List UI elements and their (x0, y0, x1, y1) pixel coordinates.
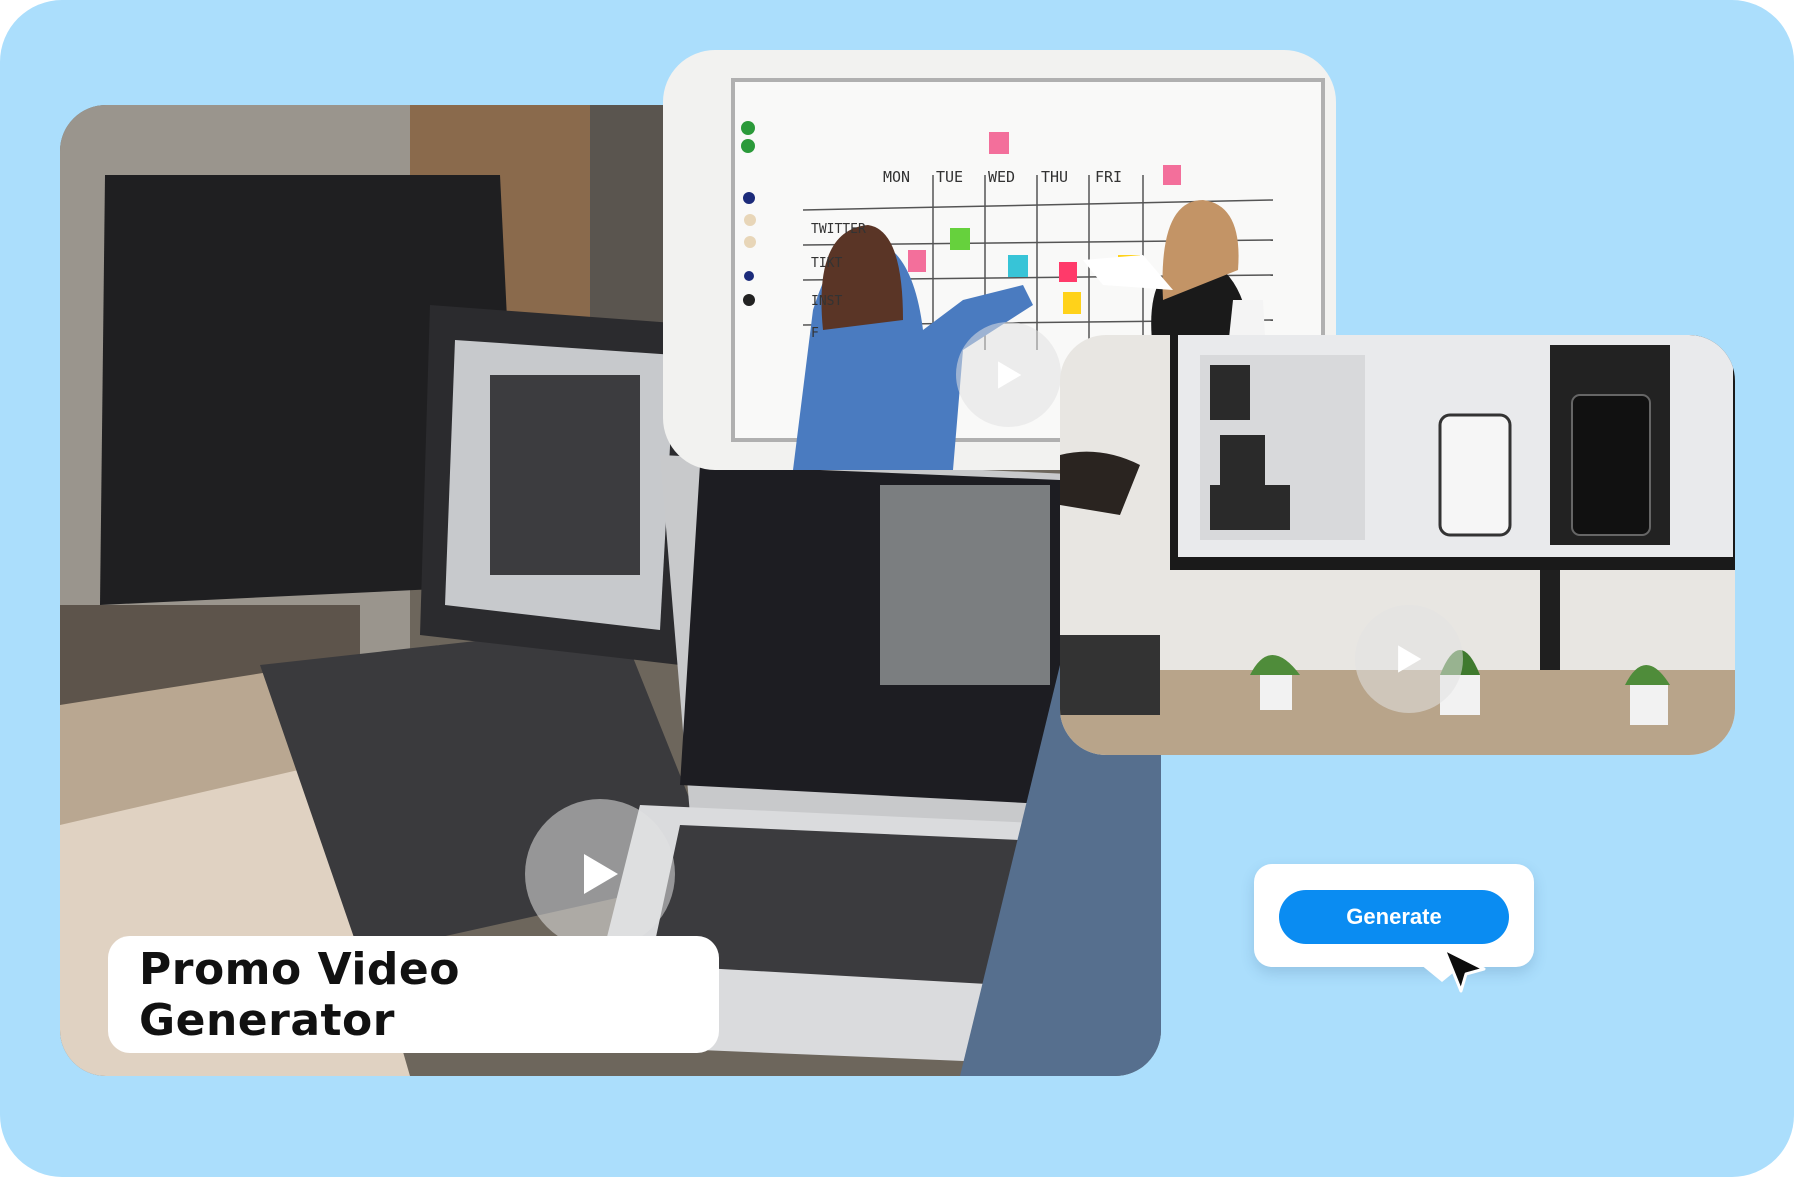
generate-button[interactable]: Generate (1279, 890, 1509, 944)
day-label: THU (1041, 168, 1069, 186)
mouse-pointer-icon (1442, 947, 1486, 993)
row-label: TIKT (811, 256, 843, 271)
play-icon (1398, 645, 1422, 673)
day-label: FRI (1095, 168, 1123, 186)
play-button-laptops[interactable] (525, 799, 675, 949)
play-button-monitor[interactable] (1355, 605, 1463, 713)
video-card-monitor[interactable] (1060, 335, 1735, 755)
whiteboard-day-labels: MON TUE WED THU FRI (883, 168, 1183, 192)
row-label: TWITTER (811, 222, 866, 237)
row-label: INST (811, 294, 843, 309)
play-button-whiteboard[interactable] (956, 322, 1061, 427)
hero-canvas: MON TUE WED THU FRI TWITTER TIKT INST F (0, 0, 1794, 1177)
generate-popover: Generate (1254, 864, 1534, 982)
play-icon (584, 854, 618, 894)
row-label: F (811, 326, 819, 341)
day-label: TUE (936, 168, 964, 186)
page-title: Promo Video Generator (108, 936, 719, 1053)
day-label: MON (883, 168, 911, 186)
play-icon (997, 360, 1021, 389)
day-label: WED (988, 168, 1016, 186)
whiteboard-row-labels: TWITTER TIKT INST F (811, 222, 911, 342)
